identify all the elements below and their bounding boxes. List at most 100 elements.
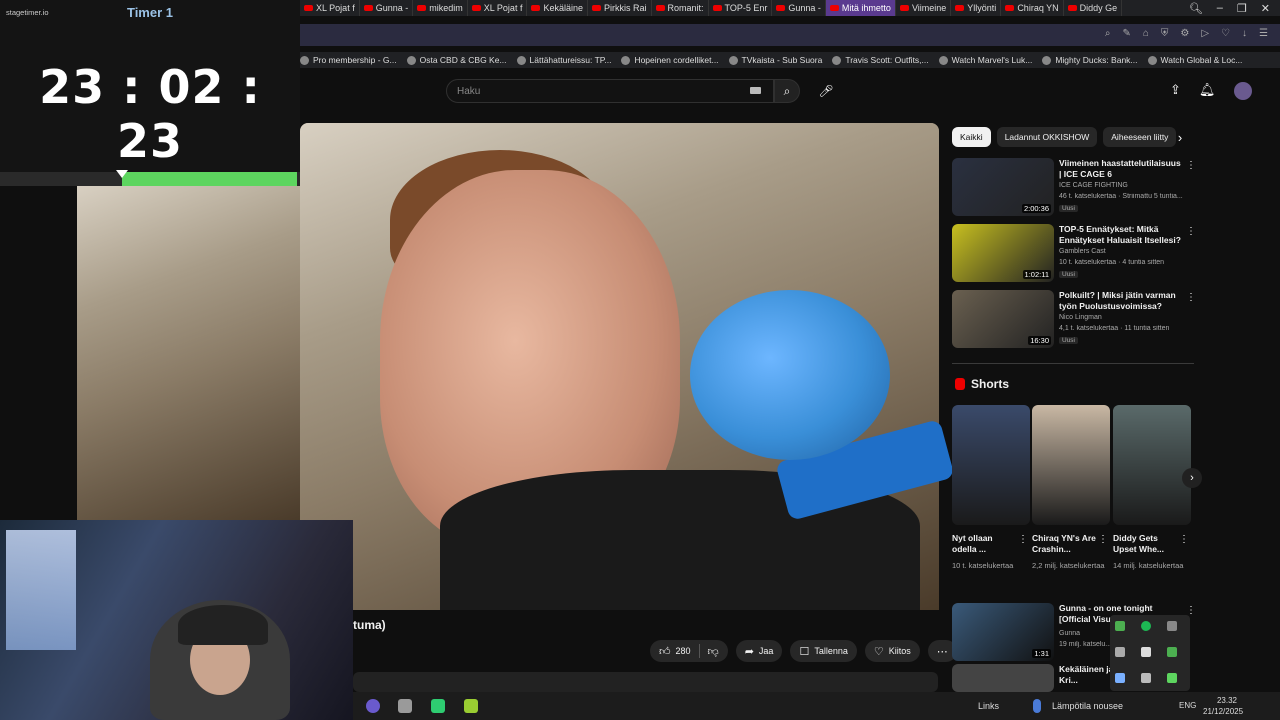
filter-chip[interactable]: Aiheeseen liitty bbox=[1103, 127, 1177, 147]
weather-widget[interactable]: Lämpötila nousee bbox=[1052, 701, 1123, 711]
short-title[interactable]: Chiraq YN's Are Crashin... bbox=[1032, 533, 1098, 555]
app-icon[interactable] bbox=[464, 699, 478, 713]
discord-icon[interactable] bbox=[1141, 673, 1151, 683]
suggestion-channel[interactable]: Nico Lingman bbox=[1059, 314, 1102, 321]
thumbnail[interactable]: 16:30 bbox=[952, 290, 1054, 348]
more-vert-icon[interactable]: ⋮ bbox=[1186, 292, 1196, 303]
description-box[interactable] bbox=[353, 672, 938, 692]
suggestion-title[interactable]: TOP-5 Ennätykset: Mitkä Ennätykset Halua… bbox=[1059, 224, 1183, 246]
display-icon[interactable] bbox=[1167, 621, 1177, 631]
suggestion-channel[interactable]: ICE CAGE FIGHTING bbox=[1059, 182, 1128, 189]
voice-search-button[interactable]: 🎤︎ bbox=[815, 80, 837, 102]
save-button[interactable]: ☐ Tallenna bbox=[790, 640, 857, 662]
restore-icon[interactable]: ❐ bbox=[1237, 2, 1247, 15]
bookmark-item[interactable]: Watch Global & Loc... bbox=[1147, 55, 1242, 65]
tab-10[interactable]: Viimeine bbox=[896, 0, 952, 16]
tab-7[interactable]: TOP-5 Enr bbox=[709, 0, 773, 16]
tray-app-icon[interactable] bbox=[1115, 621, 1125, 631]
chevron-right-icon[interactable]: › bbox=[1172, 129, 1188, 145]
short-thumbnail[interactable] bbox=[1032, 405, 1110, 525]
play-icon[interactable] bbox=[1167, 673, 1177, 683]
taskbar-links[interactable]: Links bbox=[978, 701, 999, 711]
suggestion-channel[interactable]: Gunna bbox=[1059, 630, 1080, 637]
play-icon[interactable]: ▷ bbox=[1201, 28, 1209, 39]
avatar[interactable] bbox=[1234, 82, 1252, 100]
thanks-button[interactable]: ♡ Kiitos bbox=[864, 640, 920, 662]
minimize-icon[interactable]: – bbox=[1217, 2, 1223, 14]
tab-13[interactable]: Diddy Ge bbox=[1064, 0, 1123, 16]
filter-chip[interactable]: Ladannut OKKISHOW bbox=[996, 127, 1098, 147]
bookmark-item[interactable]: Pro membership - G... bbox=[300, 55, 397, 65]
tab-1[interactable]: Gunna - bbox=[360, 0, 414, 16]
share-button[interactable]: ➦ Jaa bbox=[735, 640, 783, 662]
thumbnail[interactable]: 1:31 bbox=[952, 603, 1054, 661]
tab-2[interactable]: mikedim bbox=[413, 0, 468, 16]
bookmark-item[interactable]: Travis Scott: Outfits,... bbox=[832, 55, 929, 65]
tab-6[interactable]: Romanit: bbox=[652, 0, 709, 16]
tab-8[interactable]: Gunna - bbox=[772, 0, 826, 16]
obs-icon[interactable] bbox=[366, 699, 380, 713]
suggestion-channel[interactable]: Gamblers Cast bbox=[1059, 248, 1106, 255]
list-item[interactable]: 2:00:36 Viimeinen haastattelutilaisuus | … bbox=[952, 158, 1196, 216]
app-icon[interactable] bbox=[398, 699, 412, 713]
bookmark-item[interactable]: Lättähattureissu: TP... bbox=[516, 55, 611, 65]
menu-icon[interactable]: ☰ bbox=[1259, 28, 1268, 39]
tab-9[interactable]: Mitä ihmetto bbox=[825, 0, 896, 16]
more-vert-icon[interactable]: ⋮ bbox=[1186, 226, 1196, 237]
extension-icon[interactable]: ⚙ bbox=[1180, 28, 1189, 39]
notifications-bell-icon[interactable]: 🔔︎ bbox=[1199, 82, 1216, 98]
bookmark-item[interactable]: TVkaista - Sub Suora bbox=[728, 55, 822, 65]
download-icon[interactable]: ↓ bbox=[1242, 28, 1247, 39]
spotify-icon[interactable] bbox=[1141, 621, 1151, 631]
video-player-left-part[interactable] bbox=[77, 186, 300, 520]
tab-11[interactable]: Yllyönti bbox=[951, 0, 1002, 16]
tab-5[interactable]: Pirkkis Rai bbox=[588, 0, 652, 16]
more-vert-icon[interactable]: ⋮ bbox=[1186, 160, 1196, 171]
edit-icon[interactable]: ✎ bbox=[1122, 28, 1130, 39]
close-icon[interactable]: ✕ bbox=[1261, 2, 1270, 15]
upload-icon[interactable]: ⇪ bbox=[1170, 82, 1181, 98]
search-button[interactable]: ⌕ bbox=[774, 79, 800, 103]
search-tabs-icon[interactable]: 🔍︎ bbox=[1189, 2, 1203, 15]
list-item[interactable]: 1:02:11 TOP-5 Ennätykset: Mitkä Ennätykse… bbox=[952, 224, 1196, 282]
language-indicator[interactable]: ENG bbox=[1179, 701, 1196, 710]
tab-12[interactable]: Chiraq YN bbox=[1001, 0, 1064, 16]
bookmark-item[interactable]: Watch Marvel's Luk... bbox=[938, 55, 1032, 65]
thumbnail[interactable] bbox=[952, 664, 1054, 692]
bookmark-item[interactable]: Mighty Ducks: Bank... bbox=[1042, 55, 1138, 65]
filter-chip[interactable]: Kaikki bbox=[952, 127, 991, 147]
like-count: 280 bbox=[675, 646, 691, 656]
shield-icon[interactable]: ⛨ bbox=[1161, 28, 1169, 39]
microphone-icon[interactable] bbox=[1141, 647, 1151, 657]
tray-app-icon[interactable] bbox=[1167, 647, 1177, 657]
short-thumbnail[interactable] bbox=[1113, 405, 1191, 525]
heart-icon[interactable]: ♡ bbox=[1221, 28, 1230, 39]
clock[interactable]: 23.32 21/12/2025 bbox=[1203, 695, 1243, 717]
tab-0[interactable]: XL Pojat f bbox=[300, 0, 360, 16]
short-title[interactable]: Diddy Gets Upset Whe... bbox=[1113, 533, 1179, 555]
more-vert-icon[interactable]: ⋮ bbox=[1018, 534, 1028, 545]
shorts-next-button[interactable]: › bbox=[1182, 468, 1202, 488]
home-icon[interactable]: ⌂ bbox=[1143, 28, 1149, 39]
short-title[interactable]: Nyt ollaan odella ... bbox=[952, 533, 1018, 555]
like-button[interactable]: 👍︎ 280 👎︎ bbox=[650, 640, 728, 662]
zoom-icon[interactable]: ⌕ bbox=[1105, 28, 1111, 39]
more-vert-icon[interactable]: ⋮ bbox=[1179, 534, 1189, 545]
bluetooth-icon[interactable] bbox=[1115, 673, 1125, 683]
list-item[interactable]: 16:30 Polkuilt? | Miksi jätin varman työn… bbox=[952, 290, 1196, 348]
short-thumbnail[interactable] bbox=[952, 405, 1030, 525]
tab-4[interactable]: Kekäläine bbox=[527, 0, 588, 16]
tab-3[interactable]: XL Pojat f bbox=[468, 0, 528, 16]
bookmark-item[interactable]: Osta CBD & CBG Ke... bbox=[406, 55, 507, 65]
suggestion-title[interactable]: Polkuilt? | Miksi jätin varman työn Puol… bbox=[1059, 290, 1183, 312]
keyboard-icon[interactable] bbox=[750, 87, 761, 94]
bookmark-item[interactable]: Hopeinen cordelliket... bbox=[621, 55, 719, 65]
volume-icon[interactable] bbox=[1115, 647, 1125, 657]
thumbnail[interactable]: 2:00:36 bbox=[952, 158, 1054, 216]
more-vert-icon[interactable]: ⋮ bbox=[1098, 534, 1108, 545]
app-icon[interactable] bbox=[431, 699, 445, 713]
thumbs-down-icon[interactable]: 👎︎ bbox=[708, 645, 719, 658]
suggestion-title[interactable]: Viimeinen haastattelutilaisuus | ICE CAG… bbox=[1059, 158, 1183, 180]
thumbnail[interactable]: 1:02:11 bbox=[952, 224, 1054, 282]
search-input[interactable]: Haku bbox=[446, 79, 774, 103]
